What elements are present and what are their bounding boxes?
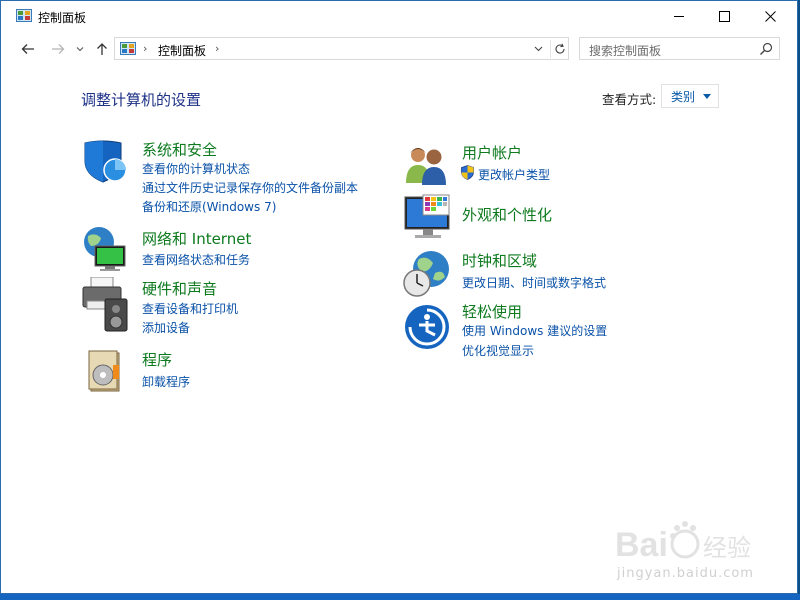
appearance-icon[interactable] [403,193,453,243]
view-by-value: 类别 [671,89,696,104]
clock-globe-icon[interactable] [403,249,451,299]
refresh-button[interactable] [550,40,569,58]
breadcrumb-item[interactable]: 控制面板 [158,42,206,59]
view-by-label: 查看方式: [602,92,657,107]
svg-text:Bai: Bai [615,526,668,564]
link-view-computer-status[interactable]: 查看你的计算机状态 [142,160,250,177]
baidu-watermark-logo: Bai 经验 [615,521,751,564]
minimize-button[interactable] [656,1,702,31]
minimize-icon [673,15,684,17]
window-title: 控制面板 [38,11,87,25]
category-clock-region[interactable]: 时钟和区域 [462,250,537,271]
watermark-text: jingyan.baidu.com [617,566,754,581]
ease-of-access-icon[interactable] [404,304,450,350]
back-button[interactable] [18,39,38,59]
desktop-edge [0,594,800,600]
control-panel-icon [16,9,32,22]
uac-shield-icon [461,165,474,180]
shield-icon[interactable] [81,139,129,183]
link-file-history[interactable]: 通过文件历史记录保存你的文件备份副本 [142,179,358,196]
title-bar[interactable]: 控制面板 [1,1,797,32]
maximize-button[interactable] [701,1,747,31]
address-bar[interactable]: › 控制面板 › [114,37,569,60]
printer-speaker-icon[interactable] [81,277,131,333]
category-programs[interactable]: 程序 [142,349,172,370]
link-backup-restore[interactable]: 备份和还原(Windows 7) [142,198,276,215]
category-appearance[interactable]: 外观和个性化 [462,204,552,225]
forward-button[interactable] [48,39,68,59]
address-dropdown-button[interactable] [530,41,546,57]
link-change-date-time-format[interactable]: 更改日期、时间或数字格式 [462,274,606,291]
control-panel-window: 控制面板 › 控制面板 › 搜索控制面板 调整计算机的设置 查看方式: 类别 系… [0,0,798,594]
category-hardware-sound[interactable]: 硬件和声音 [142,278,217,299]
link-optimize-visual-display[interactable]: 优化视觉显示 [462,342,534,359]
close-icon [764,10,776,22]
close-button[interactable] [747,1,793,31]
search-icon[interactable] [759,42,773,56]
chevron-down-icon [76,47,84,52]
svg-text:经验: 经验 [703,534,751,562]
link-recommended-settings[interactable]: 使用 Windows 建议的设置 [462,322,607,339]
breadcrumb-separator[interactable]: › [143,42,147,55]
category-ease-of-access[interactable]: 轻松使用 [462,301,522,322]
link-devices-printers[interactable]: 查看设备和打印机 [142,300,238,317]
link-network-status[interactable]: 查看网络状态和任务 [142,251,250,268]
arrow-up-icon [97,43,107,55]
control-panel-icon [120,42,136,55]
category-user-accounts[interactable]: 用户帐户 [462,142,522,163]
chevron-down-icon [534,46,542,52]
breadcrumb-separator[interactable]: › [215,42,219,55]
arrow-right-icon [52,44,65,54]
page-title: 调整计算机的设置 [81,91,202,109]
programs-icon[interactable] [85,349,125,393]
search-box[interactable]: 搜索控制面板 [579,37,780,60]
up-button[interactable] [92,39,112,59]
category-network-internet[interactable]: 网络和 Internet [142,228,251,249]
category-system-security[interactable]: 系统和安全 [142,139,217,160]
maximize-icon [718,10,730,22]
dropdown-arrow-icon [703,93,712,99]
search-input[interactable]: 搜索控制面板 [589,42,661,59]
link-add-device[interactable]: 添加设备 [142,319,190,336]
network-icon[interactable] [81,226,129,274]
recent-locations-button[interactable] [72,39,88,59]
link-change-account-type[interactable]: 更改帐户类型 [478,166,550,183]
users-icon[interactable] [404,143,450,185]
view-by-dropdown[interactable]: 类别 [661,84,719,108]
refresh-icon [555,43,565,54]
arrow-left-icon [21,44,34,54]
link-uninstall-program[interactable]: 卸载程序 [142,373,190,390]
